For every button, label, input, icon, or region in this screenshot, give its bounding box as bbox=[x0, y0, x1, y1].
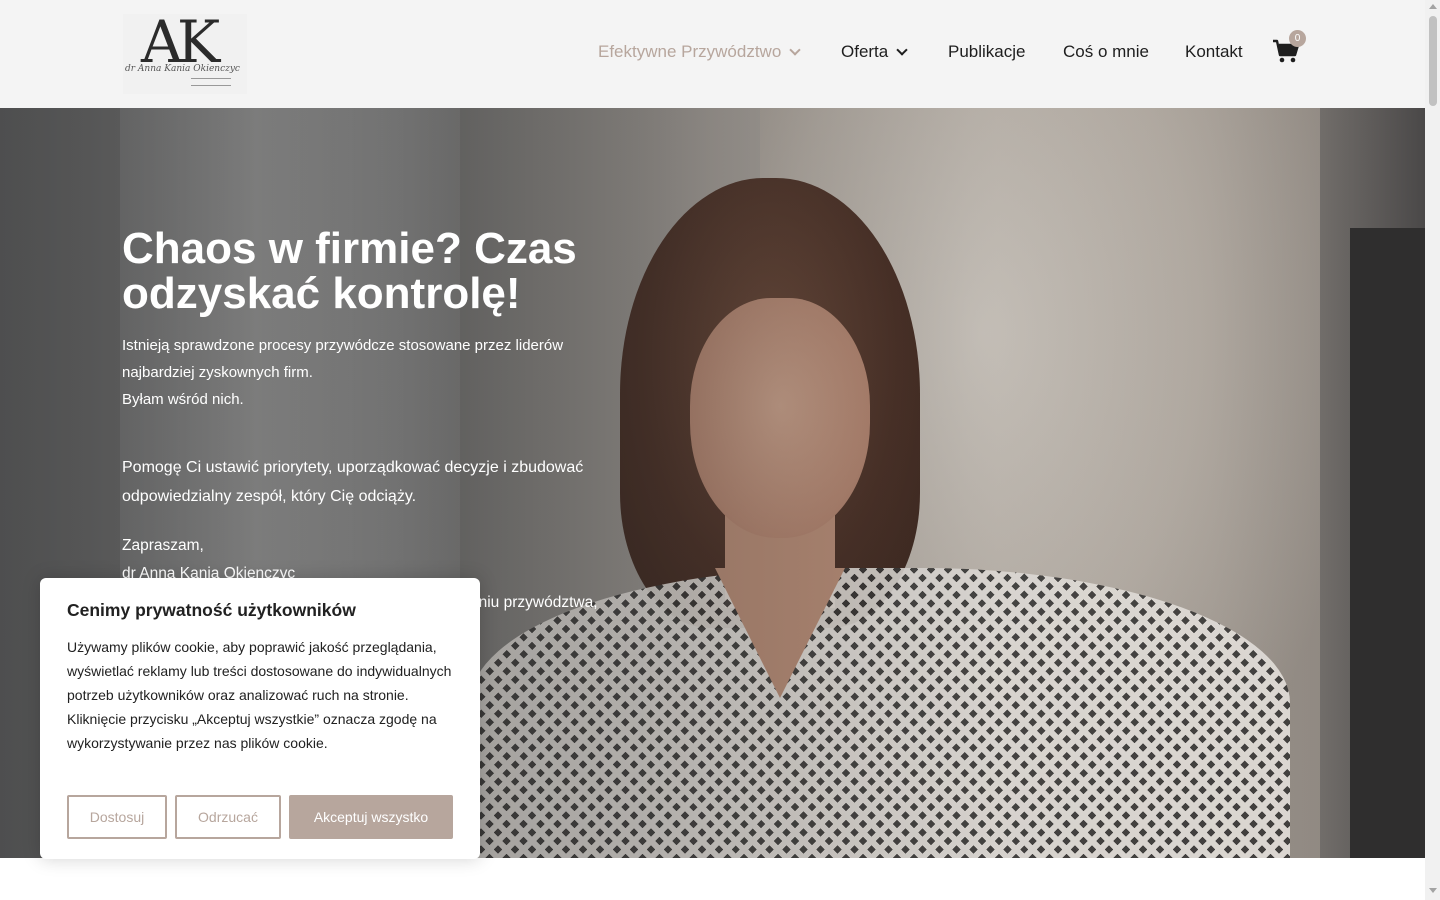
cookie-consent-dialog: Cenimy prywatność użytkowników Używamy p… bbox=[40, 578, 480, 859]
hero-title: Chaos w firmie? Czas odzyskać kontrolę! bbox=[122, 224, 577, 318]
customize-cookies-button[interactable]: Dostosuj bbox=[67, 795, 167, 839]
hero-text-line: odpowiedzialny zespół, który Cię odciąży… bbox=[122, 488, 417, 505]
nav-item-cos-o-mnie[interactable]: Coś o mnie bbox=[1063, 42, 1149, 62]
nav-item-publikacje[interactable]: Publikacje bbox=[948, 42, 1026, 62]
hero-text-line: Pomogę Ci ustawić priorytety, uporządkow… bbox=[122, 459, 584, 476]
site-logo[interactable]: AK dr Anna Kania Okienczyc bbox=[123, 8, 247, 94]
chevron-down-icon bbox=[789, 43, 801, 56]
logo-decoration bbox=[191, 78, 231, 86]
nav-item-kontakt[interactable]: Kontakt bbox=[1185, 42, 1243, 62]
hero-text-line: Zapraszam, bbox=[122, 537, 204, 554]
nav-item-label: Coś o mnie bbox=[1063, 42, 1149, 61]
nav-item-label: Publikacje bbox=[948, 42, 1026, 61]
chevron-down-icon bbox=[896, 43, 908, 56]
nav-item-efektywne-przywodztwo[interactable]: Efektywne Przywództwo bbox=[598, 42, 801, 62]
nav-item-label: Efektywne Przywództwo bbox=[598, 42, 782, 61]
cart-count-badge: 0 bbox=[1289, 30, 1306, 47]
scroll-down-arrow-icon[interactable] bbox=[1429, 888, 1437, 893]
nav-item-label: Kontakt bbox=[1185, 42, 1243, 61]
scroll-up-arrow-icon[interactable] bbox=[1429, 4, 1437, 9]
accept-all-cookies-button[interactable]: Akceptuj wszystko bbox=[289, 795, 453, 839]
hero-text-line: najbardziej zyskownych firm. bbox=[122, 364, 313, 381]
reject-cookies-button[interactable]: Odrzucać bbox=[175, 795, 281, 839]
hero-paragraph-intro: Istnieją sprawdzone procesy przywódcze s… bbox=[122, 332, 622, 413]
nav-item-label: Oferta bbox=[841, 42, 889, 61]
hero-text-partial: aniu przywództwa, bbox=[470, 594, 598, 611]
cookie-dialog-title: Cenimy prywatność użytkowników bbox=[67, 600, 356, 620]
logo-signature: dr Anna Kania Okienczyc bbox=[125, 64, 240, 74]
hero-paragraph-offer: Pomogę Ci ustawić priorytety, uporządkow… bbox=[122, 453, 622, 511]
page-scrollbar[interactable] bbox=[1425, 0, 1440, 900]
nav-item-oferta[interactable]: Oferta bbox=[841, 42, 908, 62]
hero-text-line: Byłam wśród nich. bbox=[122, 391, 244, 408]
cookie-dialog-text: Używamy plików cookie, aby poprawić jako… bbox=[67, 639, 452, 751]
site-header: AK dr Anna Kania Okienczyc Efektywne Prz… bbox=[0, 0, 1425, 108]
scrollbar-thumb[interactable] bbox=[1429, 16, 1437, 106]
hero-text-line: Istnieją sprawdzone procesy przywódcze s… bbox=[122, 337, 564, 354]
